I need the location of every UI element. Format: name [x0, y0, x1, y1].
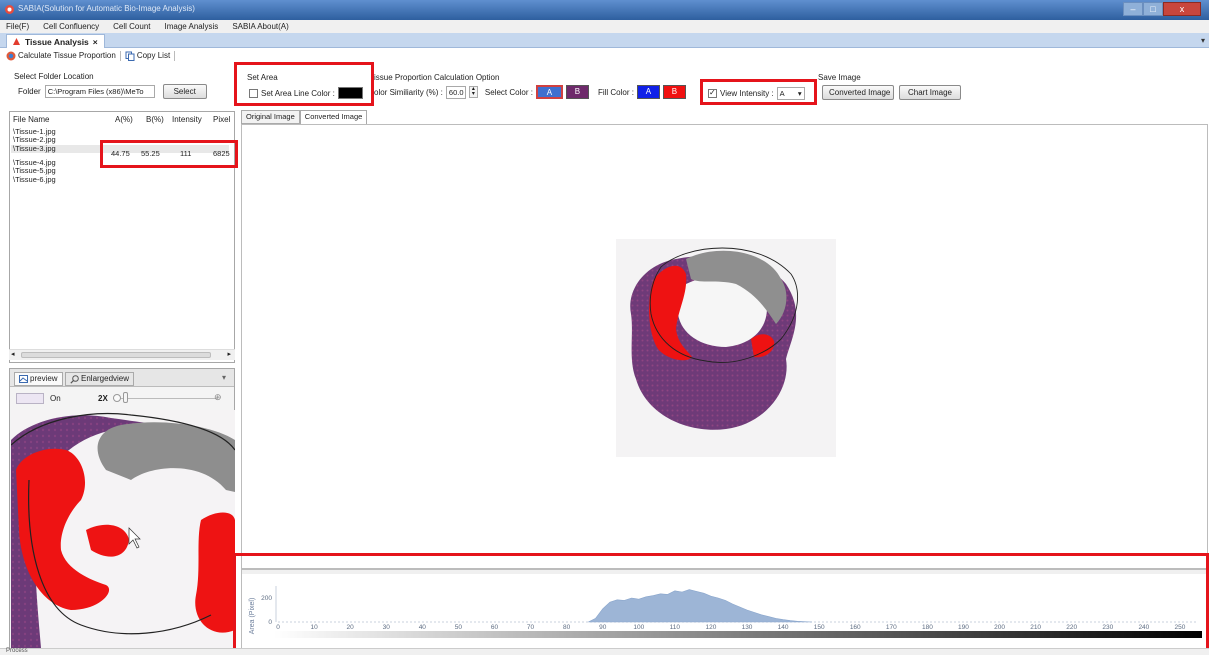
tab-close-icon[interactable]: × — [93, 36, 98, 48]
menu-image-analysis[interactable]: Image Analysis — [165, 22, 219, 31]
column-header-intensity[interactable]: Intensity — [172, 115, 202, 124]
calculate-tissue-proportion-button[interactable]: Calculate Tissue Proportion — [6, 51, 116, 61]
status-text: Process — [6, 648, 28, 654]
toolbar-divider — [174, 50, 176, 61]
maximize-button[interactable]: □ — [1143, 2, 1163, 16]
save-converted-image-button[interactable]: Converted Image — [822, 85, 894, 100]
fill-color-a-button[interactable]: A — [636, 85, 660, 99]
menu-about[interactable]: SABIA About(A) — [232, 22, 288, 31]
minimize-button[interactable]: – — [1123, 2, 1143, 16]
highlight-set-area — [234, 62, 374, 106]
menu-cell-confluency[interactable]: Cell Confluency — [43, 22, 99, 31]
folder-section-title: Select Folder Location — [14, 72, 94, 81]
preview-panel: preview Enlargedview ▾ On 2X ⊕ — [9, 368, 235, 649]
status-bar: Process — [0, 648, 1209, 655]
tab-preview-label: preview — [30, 374, 58, 383]
toolbar-divider — [119, 50, 121, 61]
folder-path-input[interactable]: C:\Program Files (x86)\MeTo — [44, 85, 155, 98]
window-controls: – □ x — [1123, 2, 1201, 17]
zoom-minus-icon[interactable] — [113, 394, 121, 402]
close-window-button[interactable]: x — [1163, 2, 1201, 16]
copy-list-button[interactable]: Copy List — [125, 51, 170, 61]
column-header-a[interactable]: A(%) — [115, 115, 133, 124]
enlarged-image[interactable] — [11, 410, 235, 648]
tab-enlargedview-label: Enlargedview — [81, 374, 130, 383]
zoom-plus-icon[interactable]: ⊕ — [214, 392, 222, 403]
column-header-b[interactable]: B(%) — [146, 115, 164, 124]
horizontal-scrollbar[interactable]: ◂ ▸ — [9, 349, 235, 360]
preview-toggle-switch[interactable] — [16, 393, 44, 404]
menu-file[interactable]: File(F) — [6, 22, 29, 31]
image-view-tabs: Original Image Converted Image — [241, 110, 368, 124]
list-item[interactable]: \Tissue-5.jpg — [13, 167, 56, 175]
list-item[interactable]: \Tissue-6.jpg — [13, 176, 56, 184]
converted-image-view — [241, 124, 1208, 569]
tab-preview[interactable]: preview — [14, 372, 63, 386]
calc-options-title: issue Proportion Calculation Option — [374, 73, 500, 82]
tab-tissue-analysis[interactable]: Tissue Analysis × — [6, 34, 105, 48]
select-folder-button[interactable]: Select — [162, 84, 207, 99]
fill-color-label: Fill Color : — [597, 87, 634, 97]
select-color-label: Select Color : — [484, 87, 533, 97]
zoom-slider-track[interactable] — [113, 398, 217, 399]
highlight-list-values — [100, 140, 238, 168]
select-color-a-button[interactable]: A — [535, 85, 563, 99]
tissue-icon — [13, 38, 20, 45]
preview-dropdown-arrow-icon[interactable]: ▾ — [222, 373, 226, 382]
color-similarity-label: olor Similiarity (%) : — [374, 87, 443, 97]
calc-options-row: olor Similiarity (%) : 60.0 ▴ ▾ Select Co… — [374, 85, 686, 99]
zoom-level-label: 2X — [98, 394, 108, 403]
highlight-chart — [233, 553, 1209, 653]
magnifier-icon — [70, 374, 79, 384]
toolbar: Calculate Tissue Proportion Copy List — [0, 49, 1209, 62]
fill-color-b-button[interactable]: B — [662, 85, 686, 99]
tab-enlargedview[interactable]: Enlargedview — [65, 372, 135, 386]
menu-bar: File(F) Cell Confluency Cell Count Image… — [0, 20, 1209, 33]
tab-converted-image[interactable]: Converted Image — [299, 110, 368, 124]
title-bar: SABIA(Solution for Automatic Bio-Image A… — [0, 0, 1209, 20]
converted-tissue-image[interactable] — [616, 239, 836, 457]
color-similarity-input[interactable]: 60.0 — [445, 85, 466, 99]
list-item[interactable]: \Tissue-2.jpg — [13, 136, 56, 144]
folder-row: Folder C:\Program Files (x86)\MeTo Selec… — [14, 84, 207, 99]
tab-menu-arrow-icon[interactable]: ▾ — [1201, 36, 1205, 45]
similarity-spinner-icon[interactable]: ▴ ▾ — [468, 86, 478, 98]
preview-tab-strip: preview Enlargedview ▾ — [10, 369, 234, 387]
toggle-on-label: On — [50, 394, 61, 403]
zoom-slider-thumb[interactable] — [123, 392, 128, 403]
menu-cell-count[interactable]: Cell Count — [113, 22, 150, 31]
scrollbar-thumb[interactable] — [21, 352, 211, 358]
app-icon — [5, 5, 14, 14]
column-header-pixel[interactable]: Pixel — [213, 115, 230, 124]
select-color-b-button[interactable]: B — [565, 85, 589, 99]
tab-original-image[interactable]: Original Image — [241, 110, 300, 124]
scroll-right-icon[interactable]: ▸ — [227, 350, 231, 358]
save-image-title: Save Image — [818, 73, 861, 82]
calculate-icon — [6, 51, 16, 60]
highlight-view-intensity — [700, 79, 817, 105]
copy-list-label: Copy List — [136, 51, 171, 60]
save-chart-image-button[interactable]: Chart Image — [899, 85, 961, 100]
tab-label: Tissue Analysis — [25, 36, 89, 47]
folder-label: Folder — [18, 87, 41, 96]
copy-icon — [125, 51, 135, 61]
document-tab-strip: Tissue Analysis × ▾ — [0, 33, 1209, 48]
calculate-label: Calculate Tissue Proportion — [18, 51, 116, 60]
column-header-file-name[interactable]: File Name — [13, 115, 49, 124]
preview-icon — [19, 375, 28, 383]
scroll-left-icon[interactable]: ◂ — [11, 350, 15, 358]
window-title: SABIA(Solution for Automatic Bio-Image A… — [18, 4, 195, 13]
